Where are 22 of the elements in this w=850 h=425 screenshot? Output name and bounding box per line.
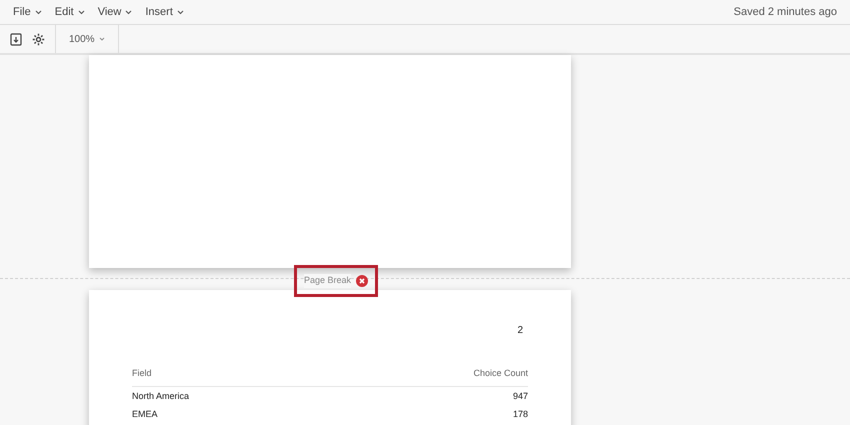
settings-icon[interactable] bbox=[32, 32, 45, 46]
page-number: 2 bbox=[517, 324, 523, 338]
table-cell-text: EMEA bbox=[132, 408, 158, 421]
zoom-dropdown[interactable]: 100% bbox=[56, 25, 119, 53]
page-break-label: Page Break bbox=[304, 274, 352, 288]
menu-item[interactable]: File bbox=[13, 4, 42, 20]
caret-icon bbox=[125, 10, 132, 14]
remove-icon[interactable] bbox=[356, 275, 368, 287]
caret-icon bbox=[34, 10, 42, 14]
menu-item[interactable]: Edit bbox=[54, 4, 85, 20]
caret-icon bbox=[78, 10, 85, 14]
table-cell-text: 178 bbox=[512, 408, 528, 421]
table-cell-text: North America bbox=[132, 390, 190, 402]
caret-icon bbox=[176, 10, 184, 14]
caret-icon bbox=[98, 37, 105, 41]
export-document-icon[interactable] bbox=[10, 32, 22, 46]
menu-item[interactable]: View bbox=[98, 4, 132, 20]
save-status: Saved 2 minutes ago bbox=[734, 4, 837, 20]
table-cell-text: 947 bbox=[512, 390, 528, 402]
menu-item[interactable]: Insert bbox=[145, 4, 184, 20]
column-header: Field bbox=[132, 367, 152, 380]
column-header: Choice Count bbox=[473, 367, 528, 380]
